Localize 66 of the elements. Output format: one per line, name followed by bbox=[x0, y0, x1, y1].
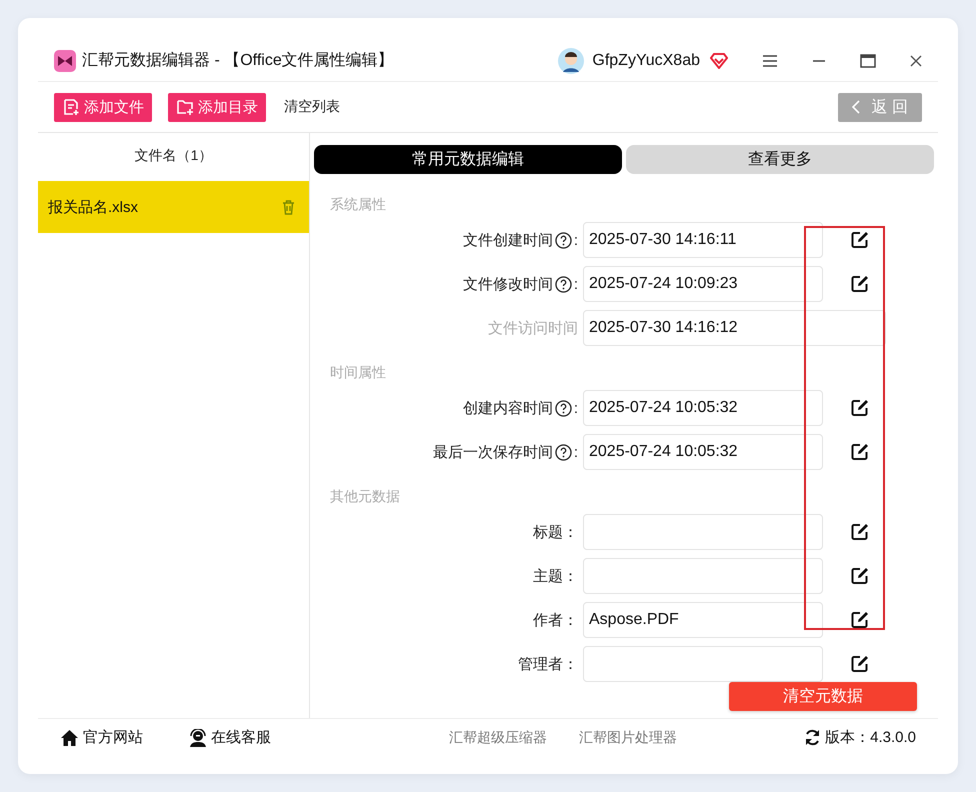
help-icon[interactable] bbox=[554, 232, 572, 248]
section-title: 时间属性 bbox=[330, 363, 387, 382]
field-label: 文件创建时间 bbox=[462, 230, 553, 250]
tab[interactable]: 查看更多 bbox=[626, 145, 934, 174]
app-logo-icon bbox=[54, 50, 76, 72]
home-icon bbox=[60, 728, 79, 746]
input-field[interactable]: 2025-07-24 10:09:23 bbox=[583, 266, 823, 302]
file-item[interactable]: 报关品名.xlsx bbox=[38, 181, 309, 233]
trash-icon[interactable] bbox=[282, 200, 295, 214]
edit-icon[interactable] bbox=[851, 275, 869, 293]
refresh-icon[interactable] bbox=[804, 729, 822, 746]
window-title: 汇帮元数据编辑器 - 【Office文件属性编辑】 bbox=[82, 50, 395, 71]
list-header: 文件名（1） bbox=[134, 147, 212, 165]
help-icon[interactable] bbox=[554, 444, 572, 460]
field-label: 主题： bbox=[533, 566, 578, 586]
input-field[interactable]: 2025-07-24 10:05:32 bbox=[583, 434, 823, 470]
avatar-icon[interactable] bbox=[558, 48, 584, 74]
user-name: GfpZyYucX8ab bbox=[592, 52, 700, 70]
clear-metadata-button[interactable]: 清空元数据 bbox=[729, 682, 917, 711]
file-name: 报关品名.xlsx bbox=[48, 198, 138, 216]
field-label: 最后一次保存时间 bbox=[432, 442, 553, 462]
field-label: 作者： bbox=[533, 610, 578, 630]
website-link[interactable]: 官方网站 bbox=[60, 728, 143, 747]
folder-plus-icon bbox=[176, 98, 194, 116]
edit-icon[interactable] bbox=[851, 567, 869, 585]
edit-icon[interactable] bbox=[851, 611, 869, 629]
headset-person-icon bbox=[189, 728, 207, 746]
edit-icon[interactable] bbox=[851, 523, 869, 541]
input-field[interactable] bbox=[583, 646, 823, 682]
add-file-button[interactable]: 添加文件 bbox=[54, 92, 152, 122]
clear-list-button[interactable]: 清空列表 bbox=[282, 92, 342, 122]
input-field[interactable] bbox=[583, 558, 823, 594]
file-plus-icon bbox=[62, 98, 80, 116]
product-link[interactable]: 汇帮超级压缩器 bbox=[449, 728, 547, 746]
input-field[interactable]: Aspose.PDF bbox=[583, 602, 823, 638]
field-label: 创建内容时间 bbox=[462, 398, 553, 418]
tab[interactable]: 常用元数据编辑 bbox=[314, 145, 622, 174]
input-field[interactable] bbox=[583, 514, 823, 550]
help-icon[interactable] bbox=[554, 400, 572, 416]
field-label: 文件修改时间 bbox=[462, 274, 553, 294]
diamond-icon[interactable] bbox=[710, 52, 728, 68]
colon-text: : bbox=[574, 232, 578, 248]
close-icon[interactable] bbox=[910, 54, 922, 66]
colon-text: : bbox=[574, 444, 578, 460]
menu-icon[interactable] bbox=[762, 54, 778, 68]
input-field[interactable]: 2025-07-30 14:16:11 bbox=[583, 222, 823, 258]
field-label: 标题： bbox=[533, 522, 578, 542]
maximize-icon[interactable] bbox=[860, 54, 876, 68]
product-link[interactable]: 汇帮图片处理器 bbox=[579, 728, 677, 746]
input-field[interactable]: 2025-07-24 10:05:32 bbox=[583, 390, 823, 426]
edit-icon[interactable] bbox=[851, 231, 869, 249]
readonly-field[interactable]: 2025-07-30 14:16:12 bbox=[583, 310, 886, 346]
version-text: 版本：4.3.0.0 bbox=[825, 728, 916, 747]
field-label: 管理者： bbox=[518, 654, 578, 674]
edit-icon[interactable] bbox=[851, 399, 869, 417]
support-link[interactable]: 在线客服 bbox=[189, 728, 271, 747]
colon-text: : bbox=[574, 400, 578, 416]
add-folder-button[interactable]: 添加目录 bbox=[168, 92, 266, 122]
section-title: 系统属性 bbox=[330, 195, 387, 214]
field-label: 文件访问时间 bbox=[488, 318, 578, 338]
edit-icon[interactable] bbox=[851, 443, 869, 461]
section-title: 其他元数据 bbox=[330, 487, 401, 506]
colon-text: : bbox=[574, 276, 578, 292]
edit-icon[interactable] bbox=[851, 655, 869, 673]
help-icon[interactable] bbox=[554, 276, 572, 292]
chevron-left-icon bbox=[852, 100, 860, 114]
